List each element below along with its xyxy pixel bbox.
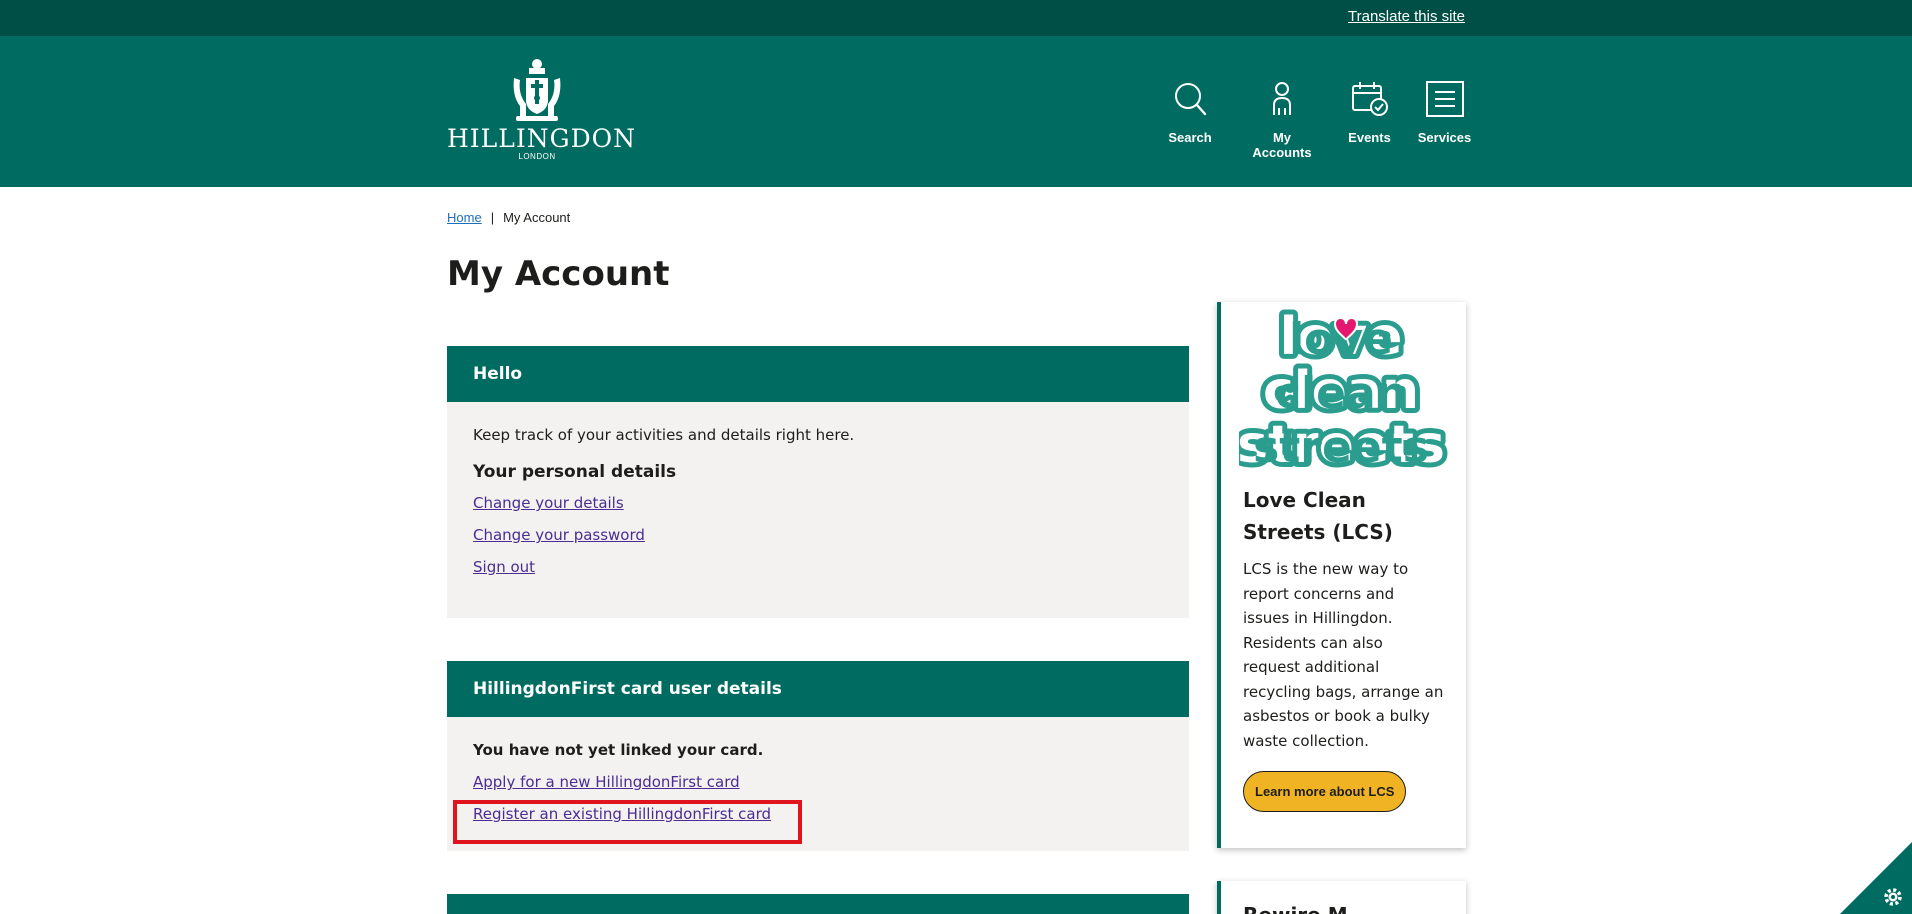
hillingdon-logo[interactable]: HILLINGDON LONDON xyxy=(447,56,637,171)
change-password-link[interactable]: Change your password xyxy=(473,526,1163,544)
hello-intro: Keep track of your activities and detail… xyxy=(473,426,855,444)
nav-services-label: Services xyxy=(1417,130,1472,145)
logo-subtext: LONDON xyxy=(518,152,556,161)
second-sidebar-title: Rewire M xyxy=(1221,881,1466,914)
hello-panel: Hello Keep track of your activities and … xyxy=(447,346,1189,618)
card-panel-heading: HillingdonFirst card user details xyxy=(447,661,1189,717)
breadcrumb-current: My Account xyxy=(503,210,571,225)
apply-card-link[interactable]: Apply for a new HillingdonFirst card xyxy=(473,773,1163,791)
third-panel-heading xyxy=(447,894,1189,914)
page-title: My Account xyxy=(447,254,670,294)
learn-more-lcs-button[interactable]: Learn more about LCS xyxy=(1243,771,1407,812)
second-sidebar-card: Rewire M xyxy=(1217,881,1466,914)
translate-link[interactable]: Translate this site xyxy=(1348,8,1465,25)
breadcrumb: Home | My Account xyxy=(447,210,570,225)
nav-events-label: Events xyxy=(1348,130,1391,145)
love-clean-streets-logo: love clean streets love clean streets lo… xyxy=(1221,302,1466,480)
menu-icon xyxy=(1425,81,1464,117)
breadcrumb-home[interactable]: Home xyxy=(447,210,482,225)
lcs-logo-fill-3: streets xyxy=(1253,422,1429,473)
sign-out-link[interactable]: Sign out xyxy=(473,558,1163,576)
personal-details-heading: Your personal details xyxy=(473,462,677,482)
breadcrumb-separator: | xyxy=(490,210,495,225)
cookie-settings-button[interactable] xyxy=(1840,842,1912,914)
nav-events[interactable]: Events xyxy=(1342,78,1397,160)
logo-wordmark: HILLINGDON xyxy=(447,124,637,153)
register-card-link[interactable]: Register an existing HillingdonFirst car… xyxy=(473,805,1163,823)
site-header: HILLINGDON LONDON Search My Accounts Eve… xyxy=(0,36,1912,187)
nav-search-label: Search xyxy=(1168,130,1212,145)
nav-my-accounts[interactable]: My Accounts xyxy=(1242,78,1322,160)
lcs-sidebar-card: love clean streets love clean streets lo… xyxy=(1217,302,1466,848)
lcs-logo-fill-2: clean xyxy=(1275,368,1407,419)
hillingdonfirst-card-panel: HillingdonFirst card user details You ha… xyxy=(447,661,1189,851)
main-nav: Search My Accounts Events Services xyxy=(1160,78,1472,160)
hello-panel-heading: Hello xyxy=(447,346,1189,402)
love-clean-streets-logo-image: love clean streets love clean streets lo… xyxy=(1232,302,1450,480)
nav-my-accounts-label: My Accounts xyxy=(1252,130,1312,160)
lcs-title: Love Clean Streets (LCS) xyxy=(1243,488,1393,544)
calendar-check-icon xyxy=(1351,82,1388,116)
lcs-description: LCS is the new way to report concerns an… xyxy=(1243,560,1444,750)
card-link-status: You have not yet linked your card. xyxy=(473,741,764,759)
user-icon xyxy=(1273,82,1291,115)
search-icon xyxy=(1175,83,1207,116)
nav-services[interactable]: Services xyxy=(1417,78,1472,160)
nav-search[interactable]: Search xyxy=(1160,78,1220,160)
top-utility-bar: Translate this site xyxy=(0,0,1912,36)
change-details-link[interactable]: Change your details xyxy=(473,494,1163,512)
coat-of-arms-icon xyxy=(513,59,561,121)
